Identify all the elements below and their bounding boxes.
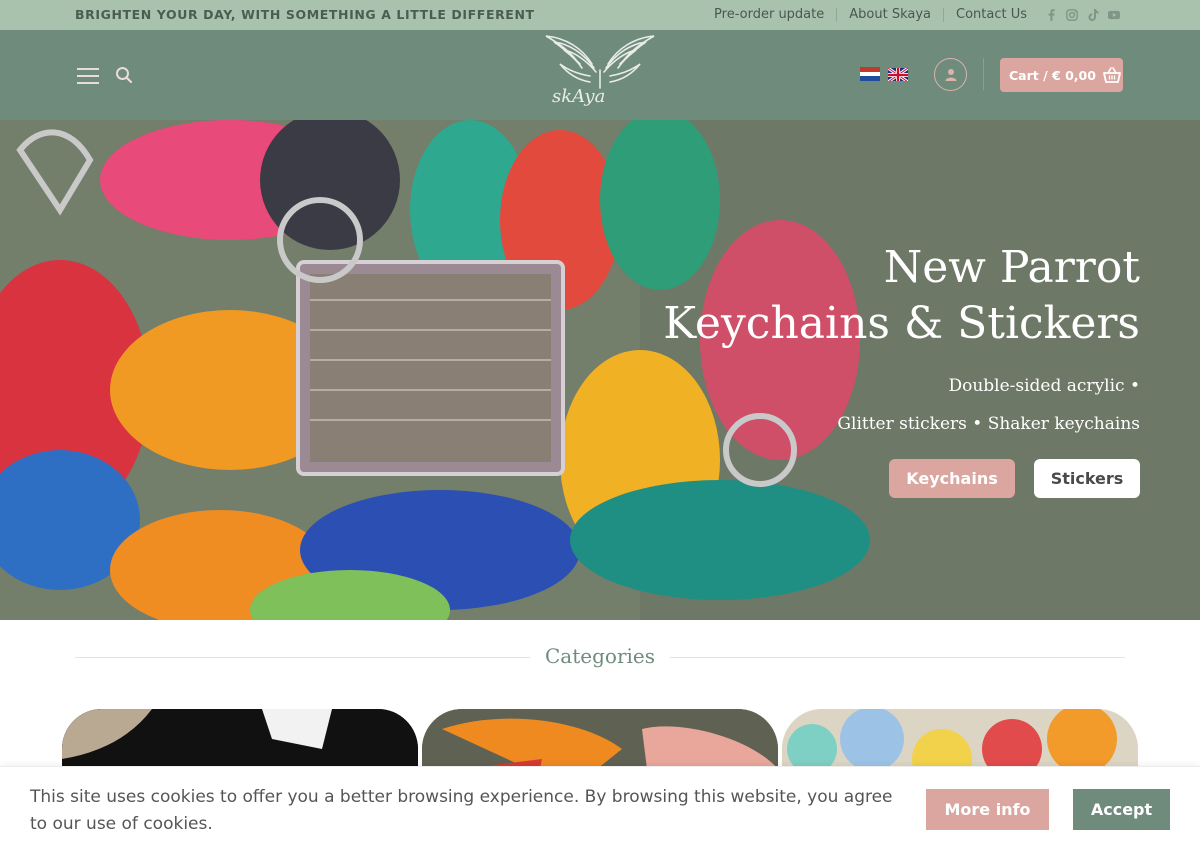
more-info-button[interactable]: More info	[926, 789, 1049, 830]
contact-link[interactable]: Contact Us	[943, 8, 1039, 22]
hero-banner: New Parrot Keychains & Stickers Double-s…	[0, 120, 1200, 620]
english-flag-icon[interactable]	[888, 67, 908, 81]
top-links: Pre-order update About Skaya Contact Us	[702, 0, 1120, 30]
hero-subtitle: Double-sided acrylic • Glitter stickers …	[837, 367, 1140, 443]
hero-title-line1: New Parrot	[883, 242, 1140, 293]
preorder-update-link[interactable]: Pre-order update	[702, 8, 836, 22]
social-links	[1045, 9, 1120, 21]
cart-button[interactable]: Cart / € 0,00	[1000, 58, 1123, 92]
instagram-icon[interactable]	[1066, 9, 1078, 21]
stickers-button[interactable]: Stickers	[1034, 459, 1140, 498]
cookie-message: This site uses cookies to offer you a be…	[30, 787, 893, 834]
menu-icon[interactable]	[77, 68, 99, 84]
tagline: BRIGHTEN YOUR DAY, WITH SOMETHING A LITT…	[75, 7, 535, 22]
divider-line	[670, 657, 1125, 658]
youtube-icon[interactable]	[1108, 9, 1120, 21]
dutch-flag-icon[interactable]	[860, 67, 880, 81]
hero-subtitle-line2: Glitter stickers • Shaker keychains	[837, 414, 1140, 434]
account-button[interactable]	[934, 58, 967, 91]
divider-line	[75, 657, 530, 658]
hero-title: New Parrot Keychains & Stickers	[663, 240, 1140, 352]
search-icon[interactable]	[115, 66, 133, 84]
facebook-icon[interactable]	[1045, 9, 1057, 21]
tiktok-icon[interactable]	[1087, 9, 1099, 21]
hero-title-line2: Keychains & Stickers	[663, 298, 1140, 349]
header-divider	[983, 58, 984, 90]
basket-icon	[1103, 67, 1121, 83]
top-bar: BRIGHTEN YOUR DAY, WITH SOMETHING A LITT…	[0, 0, 1200, 30]
user-icon	[945, 69, 956, 81]
keychains-button[interactable]: Keychains	[889, 459, 1015, 498]
language-switcher	[860, 67, 908, 81]
svg-text:skAya: skAya	[552, 86, 605, 107]
accept-cookies-button[interactable]: Accept	[1073, 789, 1170, 830]
main-header: skAya Cart / € 0,00	[0, 30, 1200, 120]
about-link[interactable]: About Skaya	[836, 8, 943, 22]
cookie-banner: This site uses cookies to offer you a be…	[0, 766, 1200, 850]
hero-subtitle-line1: Double-sided acrylic •	[948, 376, 1140, 396]
categories-heading: Categories	[545, 644, 655, 668]
cart-label: Cart / € 0,00	[1009, 67, 1096, 83]
skaya-logo[interactable]: skAya	[534, 30, 666, 120]
